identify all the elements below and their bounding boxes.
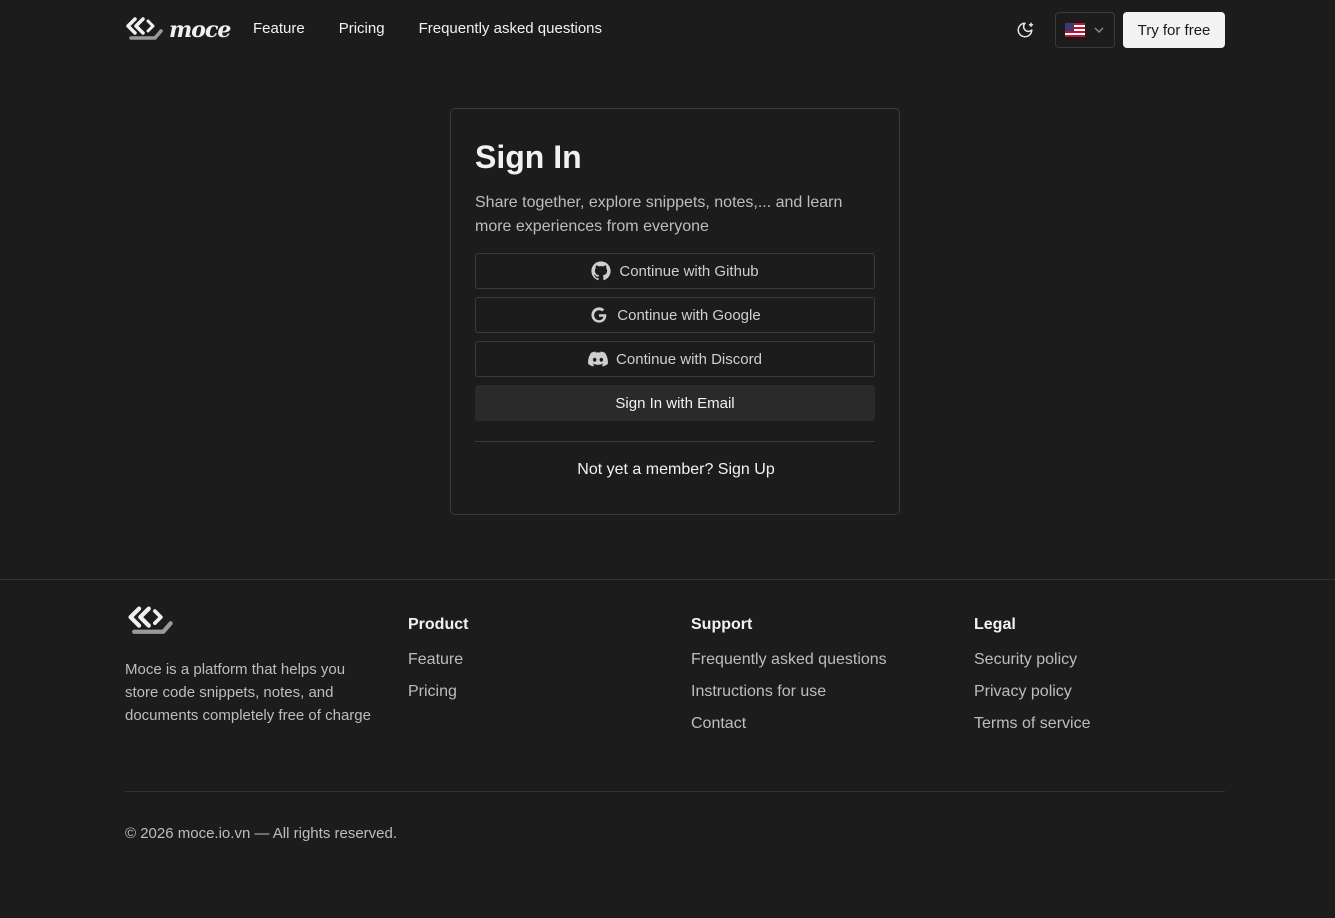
footer-column-product: Product Feature Pricing xyxy=(408,616,468,714)
top-navbar: moce Feature Pricing Frequently asked qu… xyxy=(0,0,1335,60)
footer-heading: Legal xyxy=(974,616,1016,633)
footer-link-feature[interactable]: Feature xyxy=(408,650,468,670)
copyright-text: © 2026 moce.io.vn — All rights reserved. xyxy=(125,825,398,842)
nav-pricing[interactable]: Pricing xyxy=(339,20,385,37)
footer-bottom-divider xyxy=(125,791,1225,792)
footer-column-legal: Legal Security policy Privacy policy Ter… xyxy=(974,616,1090,746)
divider xyxy=(475,441,875,442)
moce-logo-icon xyxy=(128,606,173,634)
nav-faq[interactable]: Frequently asked questions xyxy=(419,20,602,37)
footer-heading: Product xyxy=(408,616,469,633)
signup-prompt: Not yet a member? Sign Up xyxy=(451,461,901,479)
theme-toggle-button[interactable] xyxy=(1013,18,1037,42)
discord-signin-label: Continue with Discord xyxy=(616,350,762,368)
us-flag-icon xyxy=(1065,23,1085,37)
moce-logo-icon xyxy=(126,17,163,40)
sign-in-subtitle: Share together, explore snippets, notes,… xyxy=(475,194,843,235)
discord-icon xyxy=(588,349,608,369)
email-signin-button[interactable]: Sign In with Email xyxy=(475,385,875,421)
google-signin-button[interactable]: Continue with Google xyxy=(475,297,875,333)
sign-in-card: Sign In Share together, explore snippets… xyxy=(450,108,900,515)
footer-logo[interactable] xyxy=(125,605,175,644)
google-icon xyxy=(589,305,609,325)
language-select[interactable] xyxy=(1055,12,1115,48)
google-signin-label: Continue with Google xyxy=(617,306,761,324)
github-signin-label: Continue with Github xyxy=(619,262,759,280)
brand-logo[interactable]: moce xyxy=(125,15,231,45)
try-for-free-button[interactable]: Try for free xyxy=(1123,12,1225,48)
nav-feature[interactable]: Feature xyxy=(253,20,305,37)
footer-divider xyxy=(0,579,1335,580)
footer-column-support: Support Frequently asked questions Instr… xyxy=(691,616,887,746)
footer-link-contact[interactable]: Contact xyxy=(691,714,887,734)
footer-heading: Support xyxy=(691,616,753,633)
page-title: Sign In xyxy=(475,139,582,175)
github-signin-button[interactable]: Continue with Github xyxy=(475,253,875,289)
brand-name: moce xyxy=(169,17,231,43)
footer-link-terms[interactable]: Terms of service xyxy=(974,714,1090,734)
github-icon xyxy=(591,261,611,281)
chevron-down-icon xyxy=(1094,27,1104,34)
footer-link-pricing[interactable]: Pricing xyxy=(408,682,468,702)
signup-prompt-text: Not yet a member? xyxy=(577,461,714,478)
footer-link-faq[interactable]: Frequently asked questions xyxy=(691,650,887,670)
footer-description: Moce is a platform that helps you store … xyxy=(125,661,371,724)
discord-signin-button[interactable]: Continue with Discord xyxy=(475,341,875,377)
footer-link-privacy[interactable]: Privacy policy xyxy=(974,682,1090,702)
footer-link-instructions[interactable]: Instructions for use xyxy=(691,682,887,702)
moon-sun-icon xyxy=(1017,22,1034,38)
main-nav: Feature Pricing Frequently asked questio… xyxy=(253,20,602,37)
signup-link[interactable]: Sign Up xyxy=(718,461,775,478)
footer-link-security[interactable]: Security policy xyxy=(974,650,1090,670)
